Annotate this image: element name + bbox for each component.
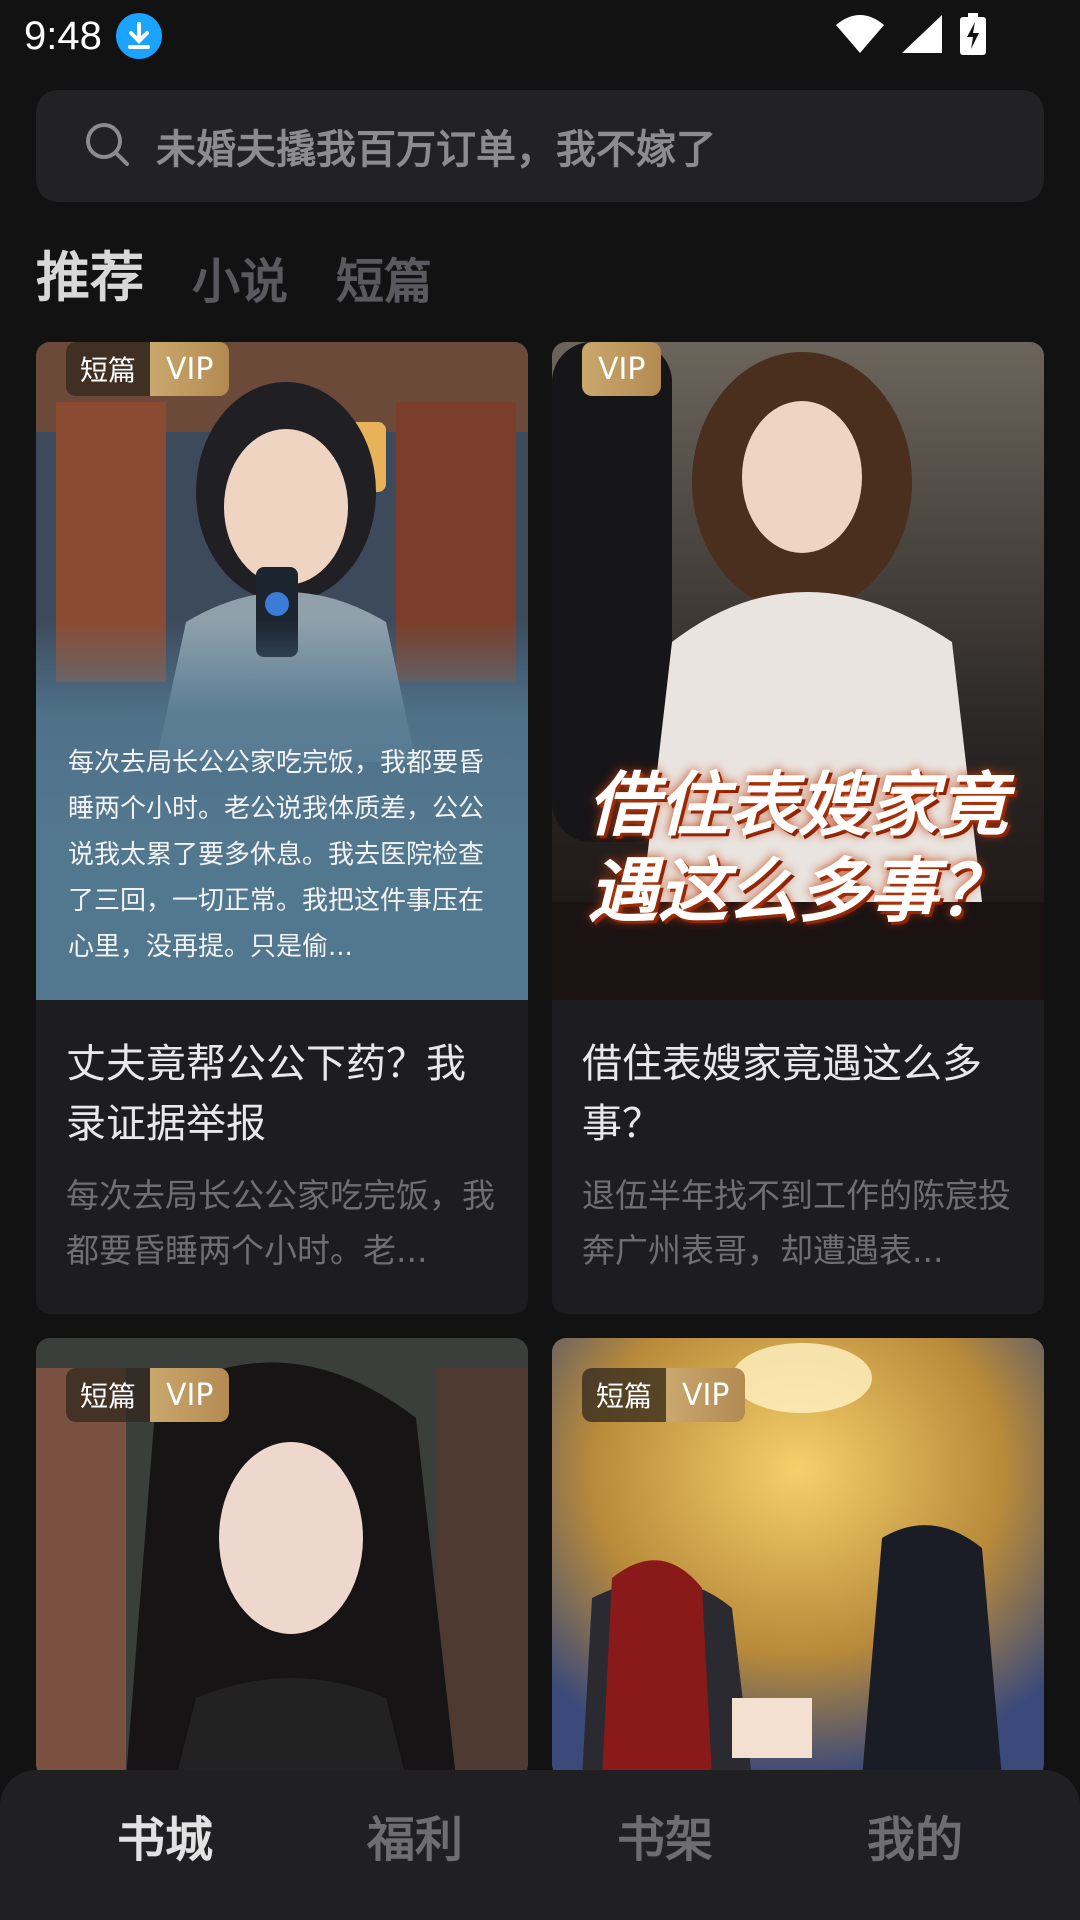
vip-badge: VIP	[582, 342, 662, 396]
badge-group: VIP	[582, 342, 662, 396]
book-card[interactable]: 每次去局长公公家吃完饭，我都要昏睡两个小时。老公说我体质差，公公说我太累了要多休…	[36, 342, 528, 1314]
short-badge: 短篇	[582, 1368, 667, 1422]
tab-recommend[interactable]: 推荐	[36, 233, 144, 312]
badge-group: 短篇 VIP	[66, 342, 230, 396]
wifi-icon	[836, 15, 884, 57]
short-badge: 短篇	[66, 342, 151, 396]
book-title: 丈夫竟帮公公下药？我录证据举报	[66, 1041, 466, 1147]
signal-icon	[902, 15, 942, 57]
book-cover[interactable]: 每次去局长公公家吃完饭，我都要昏睡两个小时。老公说我体质差，公公说我太累了要多休…	[36, 342, 528, 1000]
tab-novel[interactable]: 小说	[192, 242, 288, 312]
book-card[interactable]: 短篇 VIP	[552, 1338, 1044, 1778]
book-cover[interactable]: 借住表嫂家竟遇这么多事？ VIP	[552, 342, 1044, 1000]
book-cover[interactable]: 短篇 VIP	[36, 1338, 528, 1778]
nav-bookstore[interactable]: 书城	[117, 1800, 213, 1870]
nav-profile[interactable]: 我的	[867, 1800, 963, 1870]
book-cover[interactable]: 短篇 VIP	[552, 1338, 1044, 1778]
book-title: 借住表嫂家竟遇这么多事？	[582, 1041, 982, 1147]
book-description: 退伍半年找不到工作的陈宸投奔广州表哥，却遭遇表...	[582, 1176, 1011, 1270]
vip-badge: VIP	[150, 1368, 230, 1422]
search-placeholder: 未婚夫撬我百万订单，我不嫁了	[156, 127, 716, 173]
search-icon	[84, 121, 130, 171]
badge-group: 短篇 VIP	[66, 1368, 230, 1422]
search-bar[interactable]: 未婚夫撬我百万订单，我不嫁了	[36, 90, 1044, 202]
vip-badge: VIP	[150, 342, 230, 396]
short-badge: 短篇	[66, 1368, 151, 1422]
download-icon	[115, 13, 162, 59]
status-bar: 9:48	[0, 0, 1080, 72]
nav-bookshelf[interactable]: 书架	[617, 1800, 713, 1870]
category-tabs: 推荐 小说 短篇	[36, 232, 432, 312]
status-time: 9:48	[24, 13, 102, 58]
cover-title-text: 借住表嫂家竟遇这么多事？	[588, 764, 1008, 932]
book-excerpt: 每次去局长公公家吃完饭，我都要昏睡两个小时。老公说我体质差，公公说我太累了要多休…	[68, 748, 485, 962]
tab-short[interactable]: 短篇	[336, 242, 432, 312]
nav-welfare[interactable]: 福利	[367, 1800, 463, 1870]
book-card[interactable]: 短篇 VIP	[36, 1338, 528, 1778]
bottom-navigation: 书城 福利 书架 我的	[0, 1770, 1080, 1920]
excerpt-overlay: 每次去局长公公家吃完饭，我都要昏睡两个小时。老公说我体质差，公公说我太累了要多休…	[36, 620, 528, 1000]
book-card[interactable]: 借住表嫂家竟遇这么多事？ VIP 借住表嫂家竟遇这么多事？ 退伍半年找不到工作的…	[552, 342, 1044, 1314]
book-description: 每次去局长公公家吃完饭，我都要昏睡两个小时。老...	[66, 1176, 495, 1270]
vip-badge: VIP	[666, 1368, 746, 1422]
badge-group: 短篇 VIP	[582, 1368, 746, 1422]
battery-icon	[960, 13, 986, 59]
